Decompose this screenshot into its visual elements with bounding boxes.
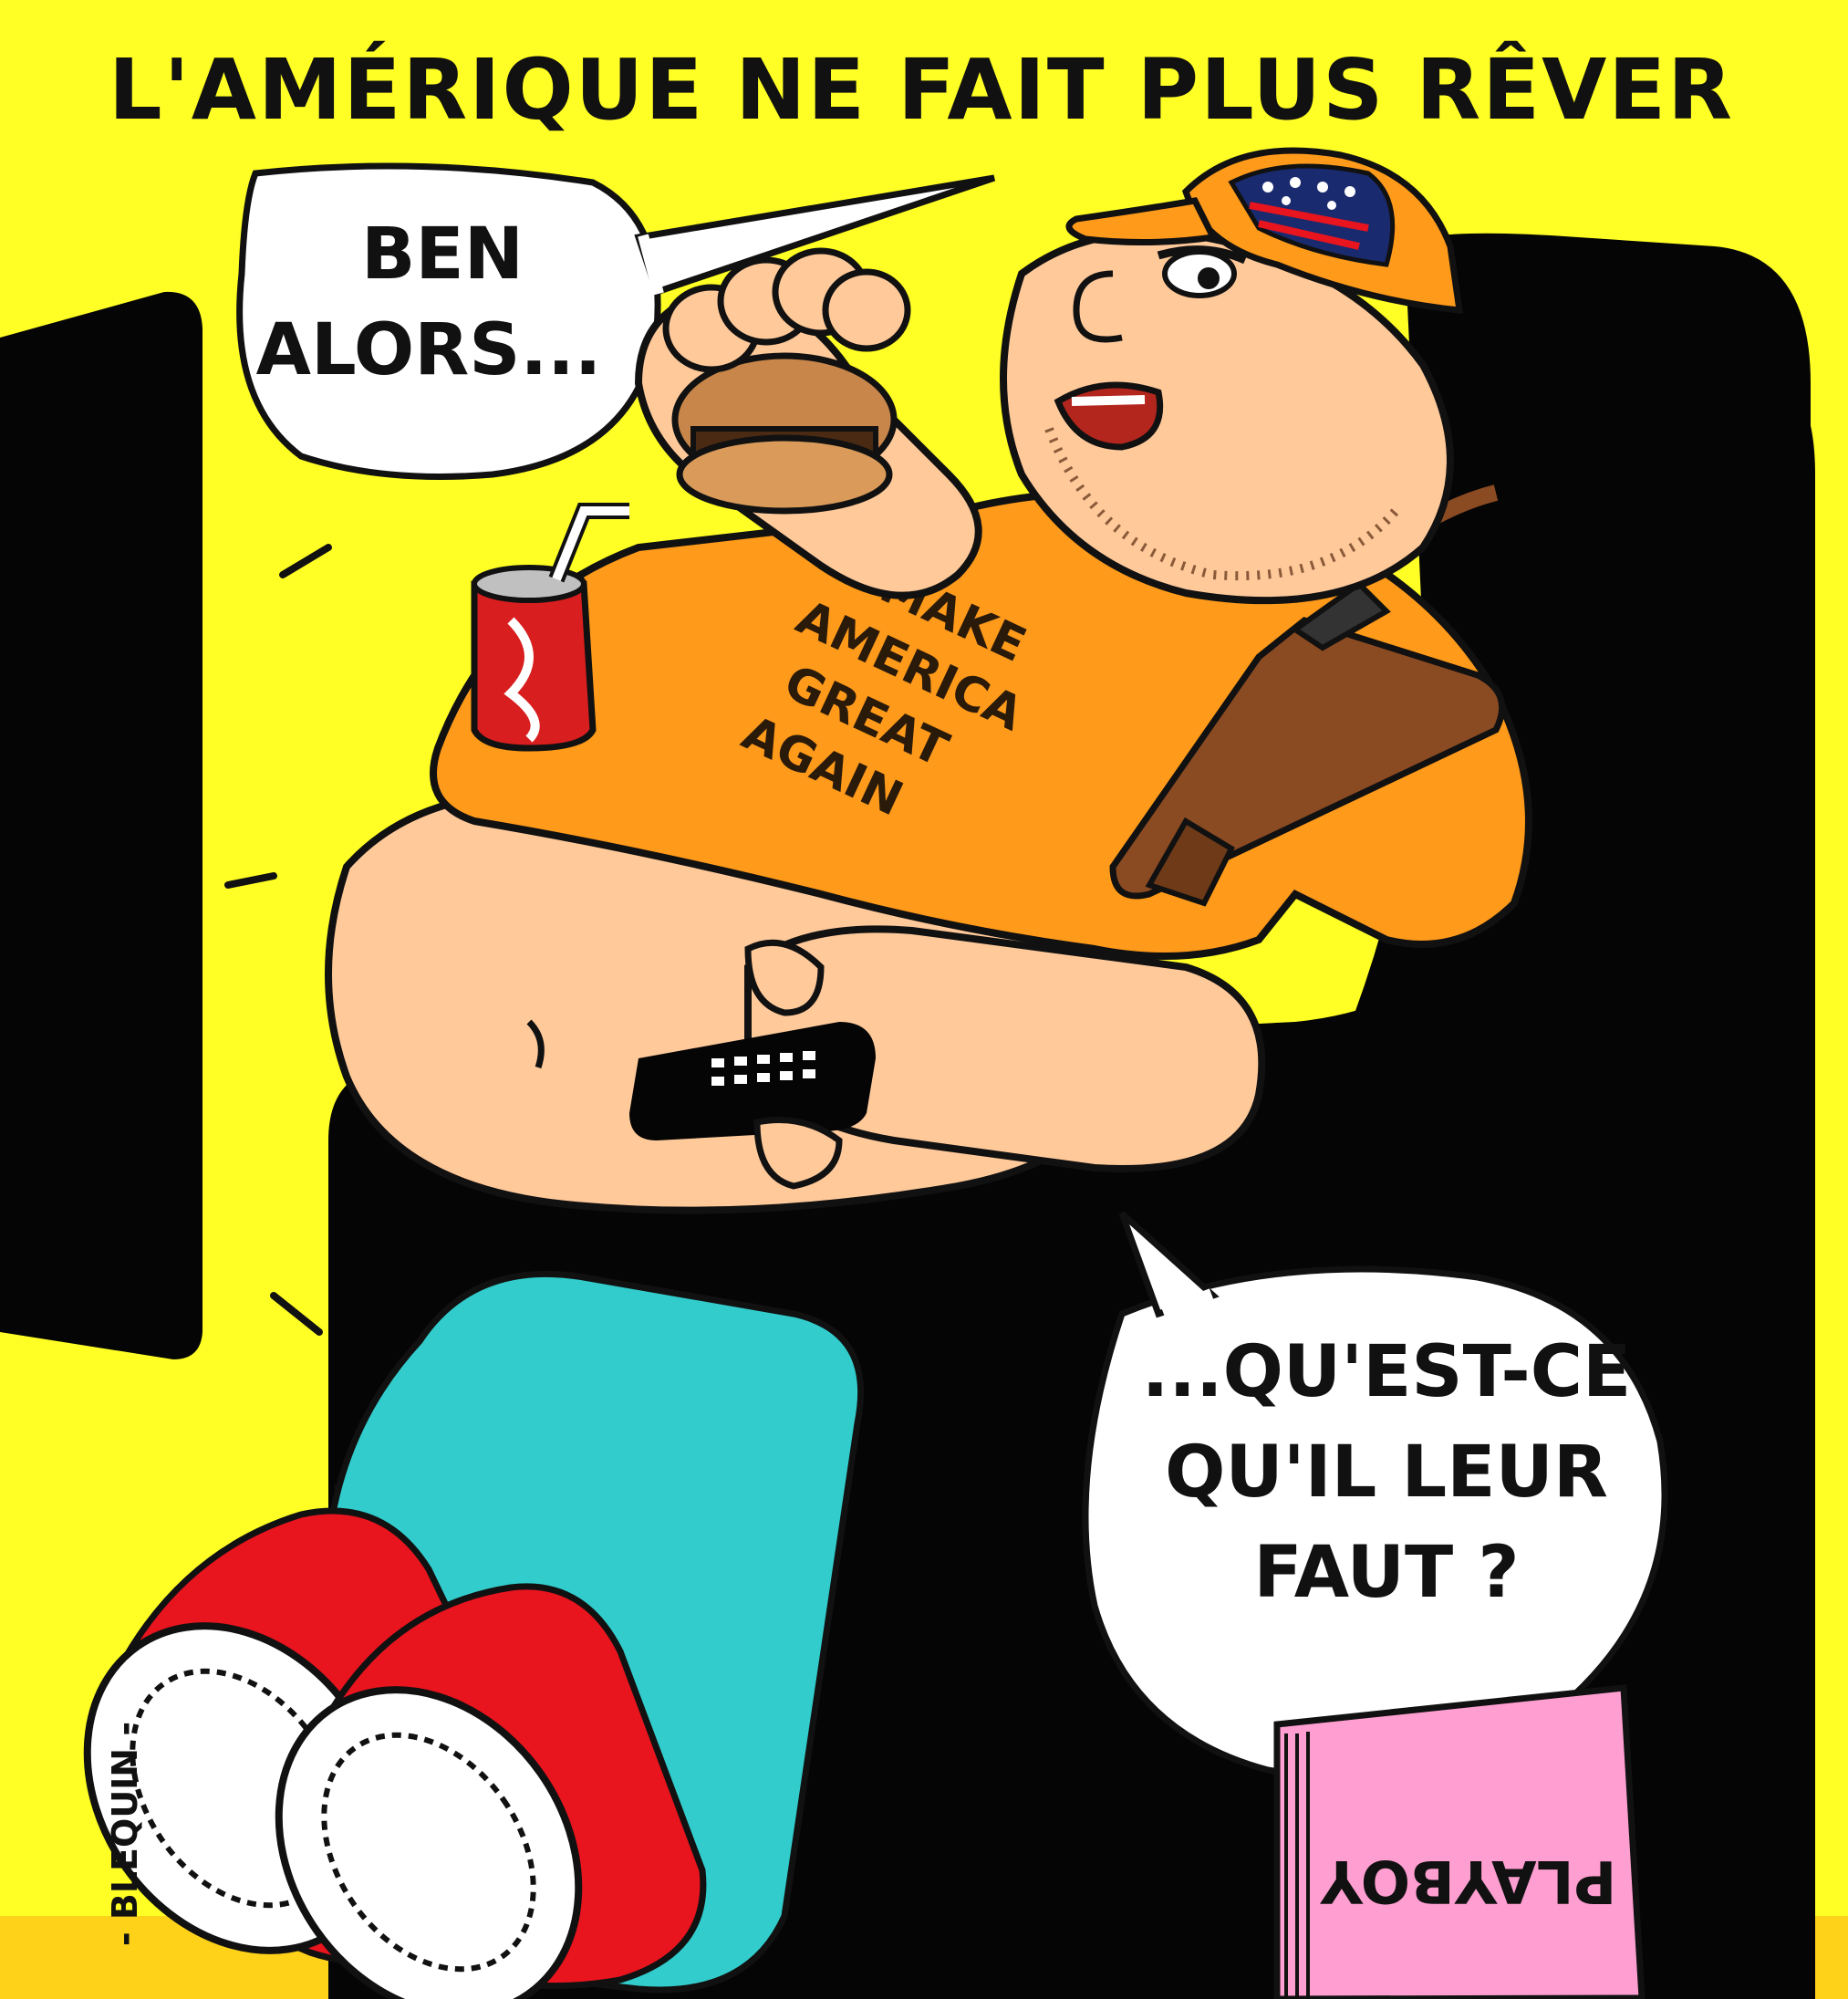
magazine-label: PLAYBOY	[1320, 1847, 1616, 1914]
bubble-bottom-line1: ...QU'EST-CE	[1142, 1331, 1632, 1413]
bubble-bottom-line2: QU'IL LEUR	[1165, 1432, 1608, 1514]
cartoon-illustration: L'AMÉRIQUE NE FAIT PLUS RÊVER BEN ALORS.…	[0, 0, 1848, 1999]
cartoon-canvas: L'AMÉRIQUE NE FAIT PLUS RÊVER BEN ALORS.…	[0, 0, 1848, 1999]
artist-signature: - BLEQUIN -	[105, 1722, 145, 1946]
tv-screen-silhouette	[0, 291, 202, 1360]
cartoon-title: L'AMÉRIQUE NE FAIT PLUS RÊVER	[109, 40, 1734, 139]
bubble-top-line2: ALORS...	[256, 309, 602, 391]
bubble-bottom-line3: FAUT ?	[1253, 1532, 1519, 1614]
magazine-stack: PLAYBOY	[1273, 1684, 1646, 1999]
bubble-top-line1: BEN	[361, 213, 524, 296]
pupil	[1198, 267, 1220, 289]
hamburger	[671, 352, 898, 515]
